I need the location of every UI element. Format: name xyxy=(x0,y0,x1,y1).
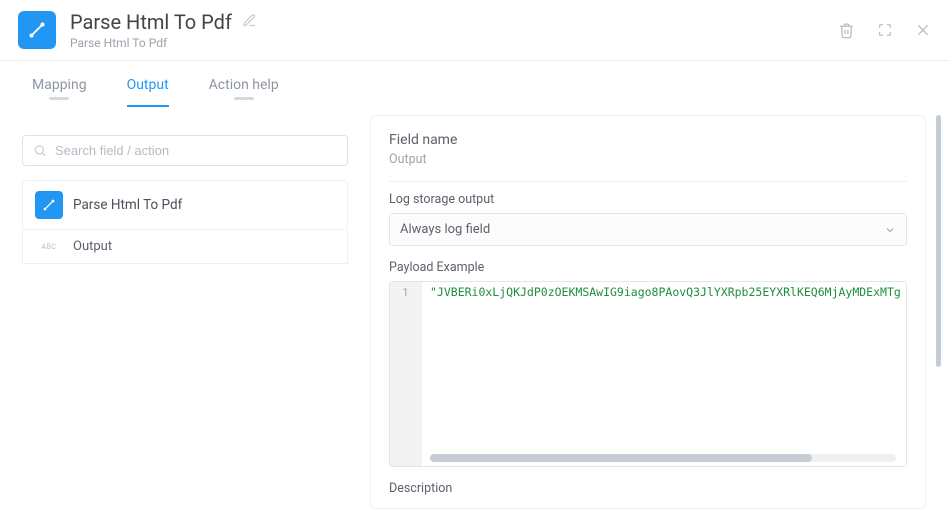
tab-output[interactable]: Output xyxy=(127,77,169,117)
search-icon xyxy=(33,143,47,158)
trash-icon[interactable] xyxy=(838,22,855,39)
tab-action-help[interactable]: Action help xyxy=(209,77,279,117)
horizontal-scrollbar[interactable] xyxy=(430,454,896,462)
description-label: Description xyxy=(389,481,907,496)
search-input[interactable] xyxy=(55,143,337,158)
field-detail-panel: Field name Output Log storage output Alw… xyxy=(370,115,926,509)
vertical-scrollbar[interactable] xyxy=(936,115,941,367)
log-storage-label: Log storage output xyxy=(389,192,907,207)
edit-icon[interactable] xyxy=(242,13,257,32)
close-icon[interactable] xyxy=(915,22,931,38)
tree-node-label: Parse Html To Pdf xyxy=(73,197,182,213)
action-icon xyxy=(18,11,56,49)
page-title: Parse Html To Pdf xyxy=(70,10,232,34)
expand-icon[interactable] xyxy=(877,22,893,38)
type-badge-icon: ABC xyxy=(35,243,63,251)
tab-label: Output xyxy=(127,77,169,93)
payload-example-label: Payload Example xyxy=(389,260,907,275)
tab-mapping[interactable]: Mapping xyxy=(32,77,87,117)
select-value: Always log field xyxy=(400,222,490,237)
search-field[interactable] xyxy=(22,135,348,166)
field-name-label: Field name xyxy=(389,132,907,148)
tree-node-root[interactable]: Parse Html To Pdf xyxy=(22,180,348,230)
field-name-value: Output xyxy=(389,152,907,167)
code-gutter: 1 xyxy=(390,282,422,466)
tab-label: Mapping xyxy=(32,77,87,93)
log-storage-select[interactable]: Always log field xyxy=(389,213,907,246)
action-icon xyxy=(35,191,63,219)
payload-code-box[interactable]: 1 "JVBERi0xLjQKJdP0zOEKMSAwIG9iago8PAovQ… xyxy=(389,281,907,467)
output-tree: Parse Html To Pdf ABC Output xyxy=(22,180,348,264)
tree-node-label: Output xyxy=(73,239,112,254)
tree-node-output[interactable]: ABC Output xyxy=(22,230,348,264)
tab-label: Action help xyxy=(209,77,279,93)
header: Parse Html To Pdf Parse Html To Pdf xyxy=(0,0,949,61)
code-line: "JVBERi0xLjQKJdP0zOEKMSAwIG9iago8PAovQ3J… xyxy=(430,285,901,299)
chevron-down-icon xyxy=(884,224,896,236)
line-number: 1 xyxy=(390,286,421,299)
tab-bar: Mapping Output Action help xyxy=(22,61,348,117)
page-subtitle: Parse Html To Pdf xyxy=(70,36,838,50)
